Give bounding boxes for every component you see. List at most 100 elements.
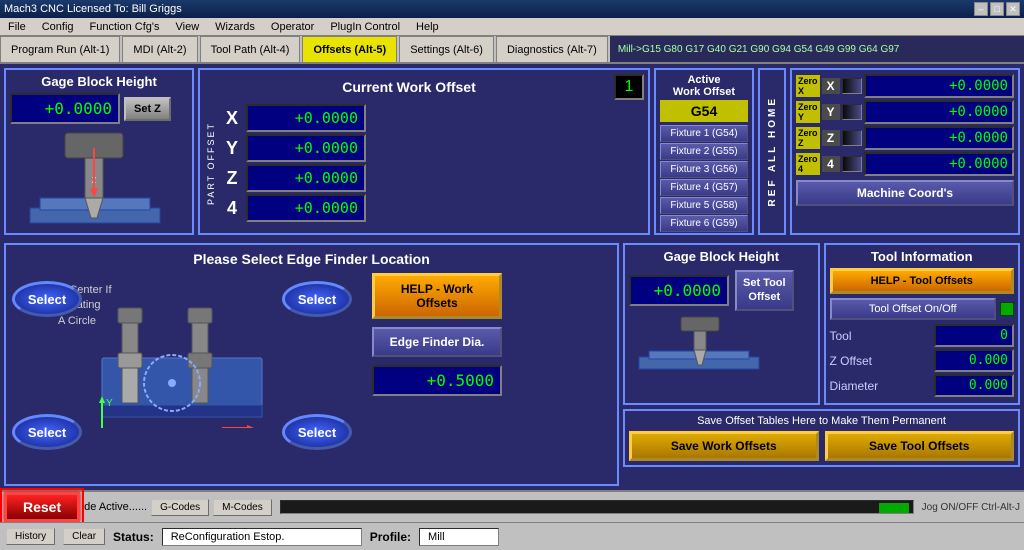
jog-indicator: [879, 503, 909, 513]
offset-row-z: Z: [222, 164, 644, 192]
tool-data-row-dia: Diameter 0.000: [830, 374, 1015, 397]
menu-view[interactable]: View: [172, 21, 204, 33]
edge-finder-dia-label[interactable]: Edge Finder Dia.: [372, 327, 502, 357]
offset-row-x: X: [222, 104, 644, 132]
help-work-offsets-btn[interactable]: HELP - Work Offsets: [372, 273, 502, 319]
tool-label: Tool: [830, 329, 900, 343]
gage-block-left-title: Gage Block Height: [10, 74, 188, 89]
bottom-bar: Reset de Active...... G-Codes M-Codes Jo…: [0, 490, 1024, 522]
machine-coords-button[interactable]: Machine Coord's: [796, 180, 1014, 206]
menu-plugin[interactable]: PlugIn Control: [326, 21, 404, 33]
offset-y-input[interactable]: [246, 134, 366, 162]
window-controls: – □ ✕: [974, 2, 1020, 16]
gcodes-button[interactable]: G-Codes: [151, 499, 209, 516]
select-top-left-btn[interactable]: Select: [12, 281, 82, 317]
4-slider[interactable]: [842, 156, 862, 172]
offset-z-input[interactable]: [246, 164, 366, 192]
tool-offset-toggle: Tool Offset On/Off: [830, 298, 1015, 320]
machine-z-value[interactable]: +0.0000: [864, 126, 1014, 150]
machine-x-value[interactable]: +0.0000: [864, 74, 1014, 98]
menu-function-cfgs[interactable]: Function Cfg's: [86, 21, 164, 33]
offset-4-input[interactable]: [246, 194, 366, 222]
help-tool-offsets-btn[interactable]: HELP - Tool Offsets: [830, 268, 1015, 294]
select-top-right-btn[interactable]: Select: [282, 281, 352, 317]
fixture-3-btn[interactable]: Fixture 3 (G56): [660, 161, 748, 178]
tab-mdi[interactable]: MDI (Alt-2): [122, 36, 197, 62]
offset-row-4: 4: [222, 194, 644, 222]
x-slider[interactable]: [842, 78, 862, 94]
work-offset-number[interactable]: 1: [614, 74, 644, 100]
menu-help[interactable]: Help: [412, 21, 443, 33]
tab-settings[interactable]: Settings (Alt-6): [399, 36, 494, 62]
maximize-button[interactable]: □: [990, 2, 1004, 16]
bottom-status-text: de Active......: [84, 501, 147, 513]
jog-bar[interactable]: [280, 500, 914, 514]
machine-row-y: ZeroY Y +0.0000: [796, 100, 1014, 124]
fixture-6-btn[interactable]: Fixture 6 (G59): [660, 215, 748, 232]
fixture-4-btn[interactable]: Fixture 4 (G57): [660, 179, 748, 196]
active-offset-title: ActiveWork Offset: [660, 74, 748, 98]
fixture-5-btn[interactable]: Fixture 5 (G58): [660, 197, 748, 214]
menu-config[interactable]: Config: [38, 21, 78, 33]
menu-operator[interactable]: Operator: [267, 21, 318, 33]
tab-program-run[interactable]: Program Run (Alt-1): [0, 36, 120, 62]
tool-offset-toggle-btn[interactable]: Tool Offset On/Off: [830, 298, 997, 320]
tab-diagnostics[interactable]: Diagnostics (Alt-7): [496, 36, 608, 62]
set-tool-offset-btn[interactable]: Set ToolOffset: [735, 270, 794, 311]
zero-4-badge: Zero4: [796, 153, 820, 175]
save-btns-row: Save Work Offsets Save Tool Offsets: [629, 431, 1014, 461]
main-content: Gage Block Height +0.0000 Set Z Z: [0, 64, 1024, 550]
save-offsets-title: Save Offset Tables Here to Make Them Per…: [629, 415, 1014, 427]
clear-button[interactable]: Clear: [63, 528, 105, 545]
edge-finder-title: Please Select Edge Finder Location: [12, 251, 611, 267]
top-section: Gage Block Height +0.0000 Set Z Z: [0, 64, 1024, 239]
set-z-button[interactable]: Set Z: [124, 97, 171, 121]
history-button[interactable]: History: [6, 528, 55, 545]
tool-info-title: Tool Information: [830, 249, 1015, 264]
machine-axis-y: Y: [822, 104, 840, 120]
offset-rows: X Y Z 4: [222, 104, 644, 224]
mcodes-button[interactable]: M-Codes: [213, 499, 272, 516]
y-slider[interactable]: [842, 104, 862, 120]
zero-y-badge: ZeroY: [796, 101, 820, 123]
gage-block-input-row: +0.0000 Set Z: [10, 93, 188, 124]
save-tool-offsets-btn[interactable]: Save Tool Offsets: [825, 431, 1015, 461]
menu-wizards[interactable]: Wizards: [211, 21, 259, 33]
axis-x-label: X: [222, 108, 242, 129]
profile-label: Profile:: [370, 530, 411, 544]
z-slider[interactable]: [842, 130, 862, 146]
edge-finder-dia-value[interactable]: +0.5000: [372, 365, 502, 396]
menu-bar: File Config Function Cfg's View Wizards …: [0, 18, 1024, 36]
machine-y-value[interactable]: +0.0000: [864, 100, 1014, 124]
select-bottom-left-btn[interactable]: Select: [12, 414, 82, 450]
tab-bar: Program Run (Alt-1) MDI (Alt-2) Tool Pat…: [0, 36, 1024, 64]
offset-x-input[interactable]: [246, 104, 366, 132]
close-button[interactable]: ✕: [1006, 2, 1020, 16]
g54-display[interactable]: G54: [660, 100, 748, 122]
ref-all-home-label: REF ALL HOME: [767, 96, 778, 206]
save-work-offsets-btn[interactable]: Save Work Offsets: [629, 431, 819, 461]
machine-axis-z: Z: [822, 130, 840, 146]
status-bar: History Clear Status: ReConfiguration Es…: [0, 522, 1024, 550]
select-bottom-right-btn[interactable]: Select: [282, 414, 352, 450]
gage-block-right-value[interactable]: +0.0000: [629, 275, 729, 306]
diameter-value[interactable]: 0.000: [934, 374, 1014, 397]
tab-tool-path[interactable]: Tool Path (Alt-4): [200, 36, 301, 62]
fixture-1-btn[interactable]: Fixture 1 (G54): [660, 125, 748, 142]
machine-4-value[interactable]: +0.0000: [864, 152, 1014, 176]
fixture-2-btn[interactable]: Fixture 2 (G55): [660, 143, 748, 160]
tab-offsets[interactable]: Offsets (Alt-5): [302, 36, 397, 62]
offset-row-y: Y: [222, 134, 644, 162]
active-offset-panel: ActiveWork Offset G54 Fixture 1 (G54) Fi…: [654, 68, 754, 235]
tool-data-row-tool: Tool 0: [830, 324, 1015, 347]
jog-label: Jog ON/OFF Ctrl-Alt-J: [922, 502, 1020, 513]
zero-z-badge: ZeroZ: [796, 127, 820, 149]
gage-block-left-value[interactable]: +0.0000: [10, 93, 120, 124]
menu-file[interactable]: File: [4, 21, 30, 33]
profile-value: Mill: [419, 528, 499, 546]
z-offset-value[interactable]: 0.000: [934, 349, 1014, 372]
part-offset-label: PART OFFSET: [206, 122, 216, 205]
minimize-button[interactable]: –: [974, 2, 988, 16]
tool-value[interactable]: 0: [934, 324, 1014, 347]
reset-button[interactable]: Reset: [4, 492, 80, 522]
